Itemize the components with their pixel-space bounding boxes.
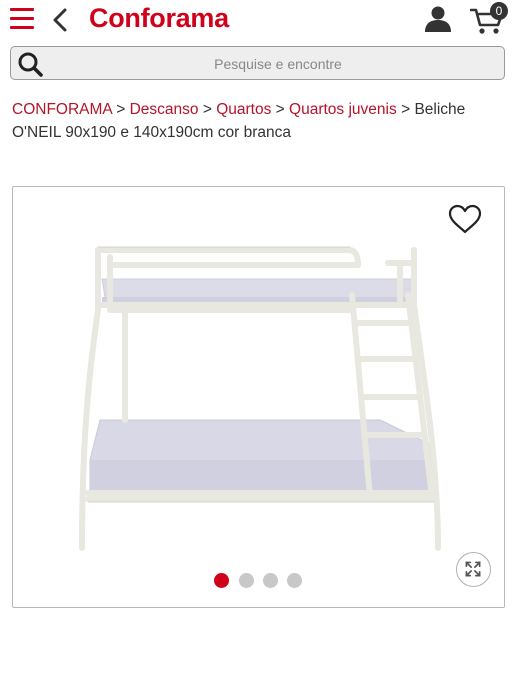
search-bar <box>10 46 505 81</box>
bunk-bed-image[interactable] <box>70 235 450 560</box>
carousel-dot[interactable] <box>239 573 254 588</box>
carousel-dot[interactable] <box>287 573 302 588</box>
cart-count-badge: 0 <box>490 2 508 20</box>
back-chevron-icon[interactable] <box>50 8 70 32</box>
carousel-dot[interactable] <box>263 573 278 588</box>
breadcrumb-separator: > <box>116 101 126 118</box>
breadcrumb: CONFORAMA > Descanso > Quartos > Quartos… <box>12 98 507 144</box>
search-icon[interactable] <box>17 51 45 77</box>
carousel-dot[interactable] <box>214 573 229 588</box>
menu-icon[interactable] <box>10 8 34 30</box>
breadcrumb-link-home[interactable]: CONFORAMA <box>12 101 112 118</box>
breadcrumb-separator: > <box>275 101 285 118</box>
heart-icon[interactable] <box>448 204 482 234</box>
breadcrumb-link-quartos-juvenis[interactable]: Quartos juvenis <box>289 101 397 118</box>
zoom-button[interactable] <box>456 552 491 587</box>
user-icon[interactable] <box>424 5 452 33</box>
search-input[interactable] <box>51 47 505 81</box>
expand-icon <box>465 561 481 577</box>
breadcrumb-separator: > <box>202 101 212 118</box>
header: Conforama 0 <box>0 0 517 40</box>
conforama-logo[interactable]: Conforama <box>89 3 229 34</box>
breadcrumb-link-quartos[interactable]: Quartos <box>216 101 271 118</box>
breadcrumb-link-descanso[interactable]: Descanso <box>130 101 199 118</box>
breadcrumb-separator: > <box>401 101 411 118</box>
